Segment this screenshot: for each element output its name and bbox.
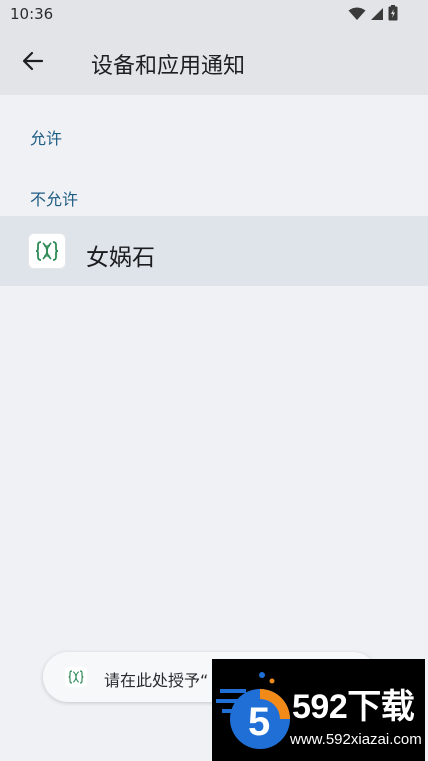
page-title: 设备和应用通知 (91, 54, 246, 79)
dna-app-icon (28, 233, 66, 269)
status-time: 10:36 (10, 5, 54, 23)
back-button[interactable] (12, 42, 54, 84)
section-header-allowed: 允许 (30, 129, 63, 148)
app-label: 女娲石 (86, 245, 155, 271)
app-row-nuwashi[interactable]: 女娲石 (0, 216, 428, 286)
wifi-icon (348, 6, 366, 25)
watermark-logo-icon: 5 (216, 672, 290, 749)
status-bar: 10:36 (0, 0, 428, 30)
status-icons (348, 5, 398, 25)
watermark-url: www.592xiazai.com (290, 731, 422, 748)
arrow-back-icon (22, 50, 44, 76)
svg-text:5: 5 (248, 700, 270, 744)
toast-text: 请在此处授予“ (104, 671, 209, 690)
signal-icon (370, 6, 384, 25)
watermark-592xiazai: 5 592下载 www.592xiazai.com (212, 659, 425, 761)
watermark-logo-text: 592下载 (292, 688, 415, 726)
section-header-not-allowed: 不允许 (30, 190, 79, 209)
app-bar: 设备和应用通知 (0, 30, 428, 95)
dna-app-icon (65, 667, 87, 687)
battery-icon (388, 5, 398, 25)
